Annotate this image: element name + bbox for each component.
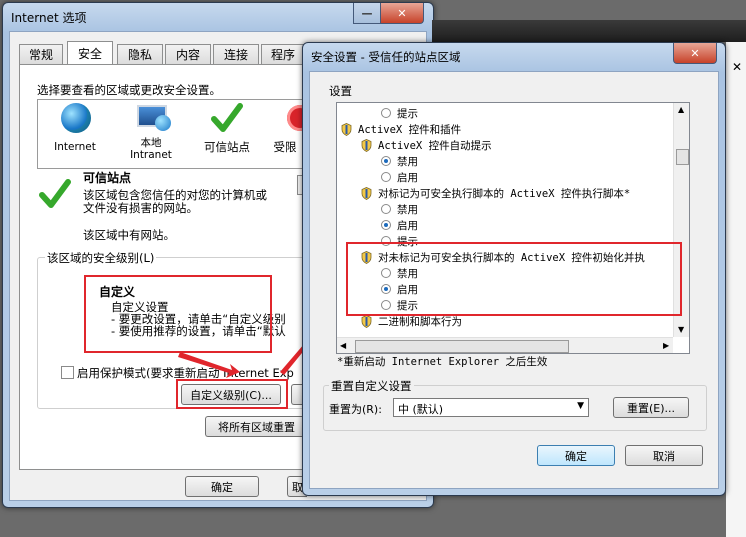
dialog-close-button[interactable]: ✕ [673,43,717,64]
scroll-down-arrow[interactable]: ▼ [678,325,684,334]
setting-label: 对标记为可安全执行脚本的 ActiveX 控件执行脚本* [378,187,631,200]
shield-icon [361,138,378,152]
setting-radio-option[interactable]: 禁用 [337,201,418,217]
setting-label: 启用 [397,171,418,184]
setting-radio-option[interactable]: 禁用 [337,153,418,169]
reset-to-select[interactable]: 中 (默认) ▼ [393,398,589,417]
scroll-right-arrow[interactable]: ▶ [663,341,669,350]
reset-to-label: 重置为(R): [329,403,382,416]
setting-label: 启用 [397,219,418,232]
setting-label: ActiveX 控件自动提示 [378,139,492,152]
radio-button[interactable] [381,156,391,166]
chevron-down-icon: ▼ [577,401,584,411]
setting-group-row: ActiveX 控件自动提示 [337,137,492,153]
dialog-title: 安全设置 - 受信任的站点区域 [311,50,461,64]
setting-radio-option[interactable]: 启用 [337,169,418,185]
dialog-cancel-button[interactable]: 取消 [625,445,703,466]
setting-radio-option[interactable]: 启用 [337,217,418,233]
scroll-up-arrow[interactable]: ▲ [678,105,684,114]
settings-label: 设置 [329,84,352,98]
reset-group-label: 重置自定义设置 [329,378,414,394]
radio-button[interactable] [381,204,391,214]
shield-icon [361,314,378,328]
shield-icon [341,122,358,136]
setting-radio-option[interactable]: 提示 [337,105,418,121]
reset-button[interactable]: 重置(E)... [613,397,689,418]
dialog-ok-button[interactable]: 确定 [537,445,615,466]
scroll-left-arrow[interactable]: ◀ [340,341,346,350]
h-scroll-thumb[interactable] [355,340,569,353]
setting-label: 提示 [397,107,418,120]
setting-group-row: 对标记为可安全执行脚本的 ActiveX 控件执行脚本* [337,185,630,201]
highlight-activex-init-setting [346,242,682,316]
settings-tree: 提示 ActiveX 控件和插件 ActiveX 控件自动提示 禁用 启用 对标记为可安全… [336,102,690,354]
shield-icon [361,186,378,200]
scroll-thumb[interactable] [676,149,689,165]
setting-group-row: ActiveX 控件和插件 [337,121,461,137]
radio-button[interactable] [381,172,391,182]
reset-to-value: 中 (默认) [398,403,444,416]
radio-button[interactable] [381,108,391,118]
setting-label: ActiveX 控件和插件 [358,123,462,136]
horizontal-scrollbar[interactable]: ◀ ▶ [337,337,673,353]
radio-button[interactable] [381,220,391,230]
restart-note: *重新启动 Internet Explorer 之后生效 [337,356,548,368]
setting-label: 禁用 [397,155,418,168]
setting-label: 禁用 [397,203,418,216]
